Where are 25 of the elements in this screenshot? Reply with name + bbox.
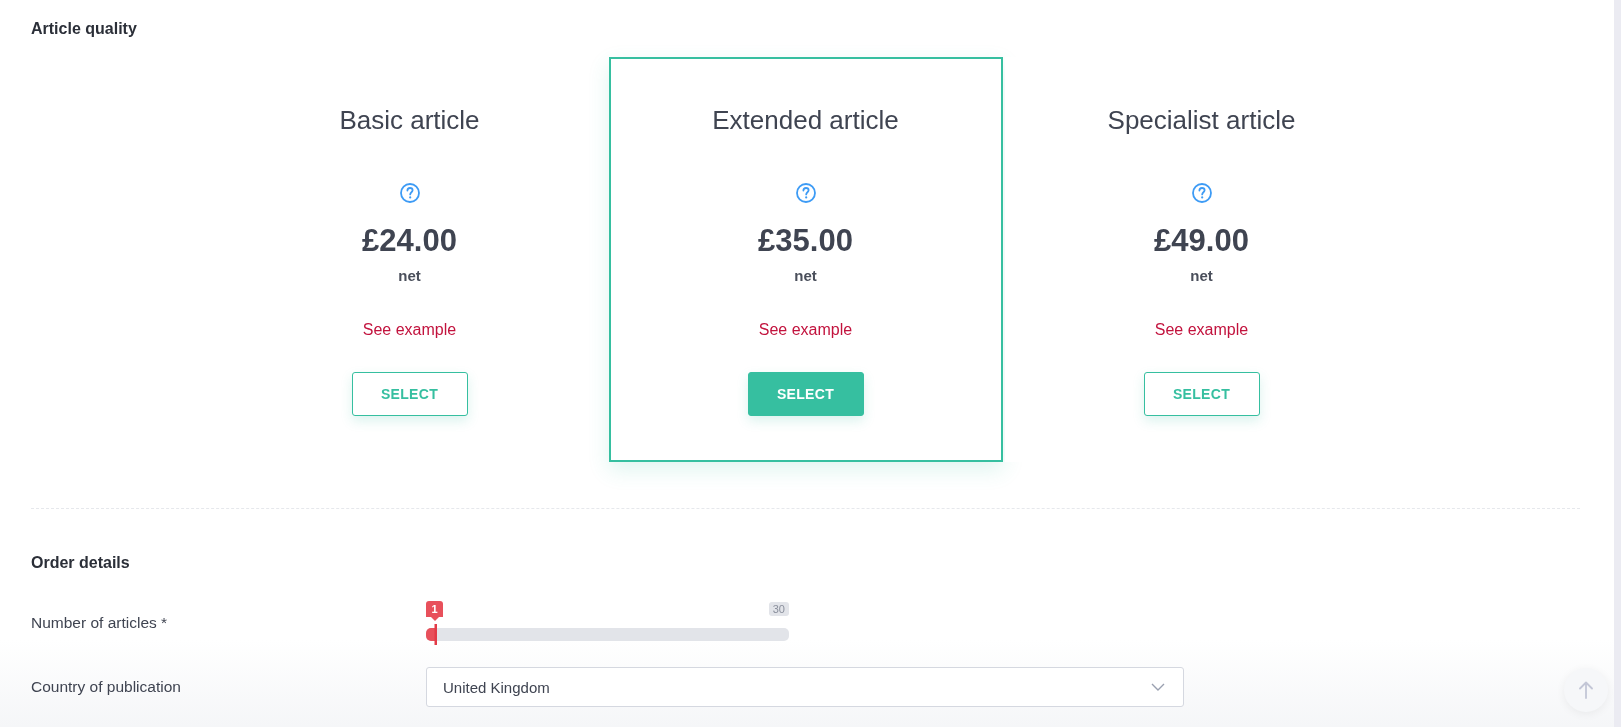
price: £35.00 (758, 223, 853, 259)
help-icon[interactable] (795, 183, 816, 203)
arrow-up-icon (1579, 681, 1593, 699)
slider-handle[interactable] (426, 624, 437, 645)
see-example-link[interactable]: See example (362, 320, 457, 340)
section-heading: Article quality (31, 19, 137, 39)
option-title: Specialist article (1107, 104, 1296, 136)
see-example-link[interactable]: See example (758, 320, 853, 340)
see-example-link[interactable]: See example (1154, 320, 1249, 340)
price-note: net (1190, 267, 1213, 285)
section-heading: Order details (31, 553, 130, 573)
field-label: Number of articles * (31, 612, 169, 633)
price-note: net (794, 267, 817, 285)
max-value-label: 30 (768, 602, 789, 616)
field-label: Country of publication (31, 677, 182, 697)
chevron-down-icon (1151, 683, 1165, 691)
option-title: Basic article (339, 104, 480, 136)
help-icon[interactable] (1191, 183, 1212, 203)
help-icon[interactable] (399, 183, 420, 203)
price-note: net (398, 267, 421, 285)
price: £49.00 (1154, 223, 1249, 259)
country-dropdown[interactable]: United Kingdom (426, 667, 1184, 707)
price: £24.00 (362, 223, 457, 259)
value-bubble: 1 (426, 601, 443, 621)
option-title: Extended article (712, 104, 899, 136)
